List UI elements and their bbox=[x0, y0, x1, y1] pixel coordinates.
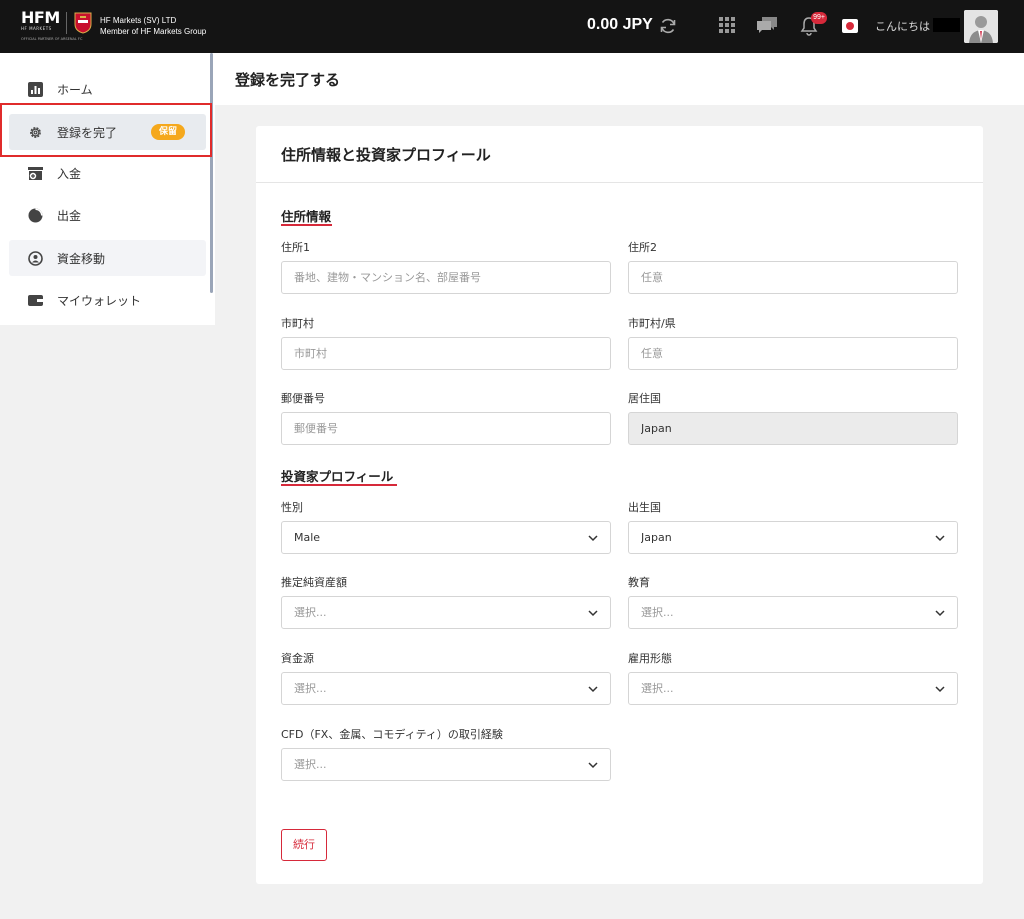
sidebar-item-transfer[interactable]: 資金移動 bbox=[9, 240, 206, 276]
cfd-experience-label: CFD（FX、金属、コモディティ）の取引経験 bbox=[281, 728, 503, 741]
chevron-down-icon bbox=[588, 762, 598, 769]
page-header: 登録を完了する bbox=[215, 53, 1024, 105]
account-balance: 0.00 JPY bbox=[587, 16, 653, 33]
sidebar-item-label: ホーム bbox=[57, 83, 93, 97]
country-of-residence-label: 居住国 bbox=[628, 392, 661, 405]
address1-placeholder: 番地、建物・マンション名、部屋番号 bbox=[294, 271, 481, 284]
sidebar-scrollbar[interactable] bbox=[210, 53, 213, 293]
country-of-birth-label: 出生国 bbox=[628, 501, 661, 514]
top-bar: HFM HF MARKETS OFFICIAL PARTNER OF ARSEN… bbox=[0, 0, 1024, 53]
address-section-title: 住所情報 bbox=[281, 209, 332, 224]
section-underline bbox=[281, 484, 397, 486]
sidebar-item-label: マイウォレット bbox=[57, 294, 142, 308]
page-title: 登録を完了する bbox=[235, 71, 341, 89]
logo-partner-text: OFFICIAL PARTNER OF ARSENAL FC bbox=[21, 37, 83, 41]
deposit-icon bbox=[28, 167, 43, 180]
cfd-experience-placeholder: 選択... bbox=[294, 758, 327, 771]
net-worth-placeholder: 選択... bbox=[294, 606, 327, 619]
chat-icon[interactable] bbox=[756, 16, 778, 34]
education-select[interactable]: 選択... bbox=[628, 596, 958, 629]
user-avatar-icon bbox=[964, 10, 998, 43]
chevron-down-icon bbox=[588, 686, 598, 693]
chevron-down-icon bbox=[588, 610, 598, 617]
chevron-down-icon bbox=[935, 535, 945, 542]
address1-label: 住所1 bbox=[281, 241, 310, 254]
company-line-2: Member of HF Markets Group bbox=[100, 27, 207, 36]
notification-badge: 99+ bbox=[811, 12, 827, 24]
logo-text: HFM bbox=[21, 8, 60, 27]
continue-button[interactable]: 続行 bbox=[281, 829, 327, 861]
cfd-experience-select[interactable]: 選択... bbox=[281, 748, 611, 781]
sidebar-item-home[interactable]: ホーム bbox=[9, 71, 206, 107]
company-name: HF Markets (SV) LTD Member of HF Markets… bbox=[100, 15, 206, 37]
prefecture-input[interactable]: 任意 bbox=[628, 337, 958, 370]
sidebar: ホーム 登録を完了 保留 入金 出金 資金移動 マイウォレット bbox=[0, 53, 215, 325]
wallet-icon bbox=[28, 295, 43, 306]
avatar[interactable] bbox=[964, 10, 998, 43]
city-placeholder: 市町村 bbox=[294, 347, 327, 360]
card-title: 住所情報と投資家プロフィール bbox=[281, 146, 491, 164]
prefecture-placeholder: 任意 bbox=[641, 347, 663, 360]
prefecture-label: 市町村/県 bbox=[628, 317, 676, 330]
withdraw-icon bbox=[28, 208, 43, 223]
sidebar-item-label: 入金 bbox=[57, 167, 82, 181]
postal-code-placeholder: 郵便番号 bbox=[294, 422, 338, 435]
source-of-funds-select[interactable]: 選択... bbox=[281, 672, 611, 705]
education-label: 教育 bbox=[628, 576, 650, 589]
net-worth-select[interactable]: 選択... bbox=[281, 596, 611, 629]
refresh-icon[interactable] bbox=[659, 17, 677, 35]
net-worth-label: 推定純資産額 bbox=[281, 576, 347, 589]
sidebar-item-label: 登録を完了 bbox=[57, 126, 118, 140]
country-of-birth-value: Japan bbox=[641, 531, 672, 544]
arsenal-crest-icon bbox=[74, 12, 92, 34]
bar-chart-icon bbox=[28, 82, 43, 97]
logo-subtitle: HF MARKETS bbox=[21, 26, 52, 31]
apps-grid-icon[interactable] bbox=[719, 17, 735, 33]
transfer-icon bbox=[28, 251, 43, 266]
chevron-down-icon bbox=[935, 610, 945, 617]
address2-input[interactable]: 任意 bbox=[628, 261, 958, 294]
employment-status-select[interactable]: 選択... bbox=[628, 672, 958, 705]
sidebar-item-label: 出金 bbox=[57, 209, 82, 223]
card-divider bbox=[256, 182, 983, 183]
sidebar-item-my-wallet[interactable]: マイウォレット bbox=[9, 282, 206, 318]
country-of-residence-value: Japan bbox=[641, 422, 672, 435]
sidebar-item-complete-registration[interactable]: 登録を完了 保留 bbox=[9, 114, 206, 150]
source-of-funds-placeholder: 選択... bbox=[294, 682, 327, 695]
pending-badge: 保留 bbox=[151, 124, 186, 140]
greeting-text: こんにちは bbox=[875, 20, 930, 33]
postal-code-input[interactable]: 郵便番号 bbox=[281, 412, 611, 445]
chevron-down-icon bbox=[588, 535, 598, 542]
investor-section-title: 投資家プロフィール bbox=[281, 469, 394, 484]
logo-divider bbox=[66, 12, 67, 34]
source-of-funds-label: 資金源 bbox=[281, 652, 314, 665]
employment-status-label: 雇用形態 bbox=[628, 652, 672, 665]
company-line-1: HF Markets (SV) LTD bbox=[100, 16, 177, 25]
education-placeholder: 選択... bbox=[641, 606, 674, 619]
gender-value: Male bbox=[294, 531, 321, 544]
sidebar-item-deposit[interactable]: 入金 bbox=[9, 155, 206, 191]
city-label: 市町村 bbox=[281, 317, 314, 330]
postal-code-label: 郵便番号 bbox=[281, 392, 325, 405]
address2-placeholder: 任意 bbox=[641, 271, 663, 284]
sidebar-item-label: 資金移動 bbox=[57, 252, 106, 266]
address1-input[interactable]: 番地、建物・マンション名、部屋番号 bbox=[281, 261, 611, 294]
gear-icon bbox=[30, 127, 41, 138]
registration-form-card: 住所情報と投資家プロフィール 住所情報 住所1 番地、建物・マンション名、部屋番… bbox=[256, 126, 983, 884]
gender-select[interactable]: Male bbox=[281, 521, 611, 554]
gender-label: 性別 bbox=[281, 501, 303, 514]
section-underline bbox=[281, 224, 332, 226]
redacted-username bbox=[933, 18, 960, 32]
sidebar-item-withdraw[interactable]: 出金 bbox=[9, 197, 206, 233]
city-input[interactable]: 市町村 bbox=[281, 337, 611, 370]
employment-status-placeholder: 選択... bbox=[641, 682, 674, 695]
hfm-logo[interactable]: HFM HF MARKETS OFFICIAL PARTNER OF ARSEN… bbox=[21, 8, 82, 42]
address2-label: 住所2 bbox=[628, 241, 657, 254]
country-of-residence-field: Japan bbox=[628, 412, 958, 445]
chevron-down-icon bbox=[935, 686, 945, 693]
country-of-birth-select[interactable]: Japan bbox=[628, 521, 958, 554]
japan-flag-icon[interactable] bbox=[842, 19, 858, 33]
